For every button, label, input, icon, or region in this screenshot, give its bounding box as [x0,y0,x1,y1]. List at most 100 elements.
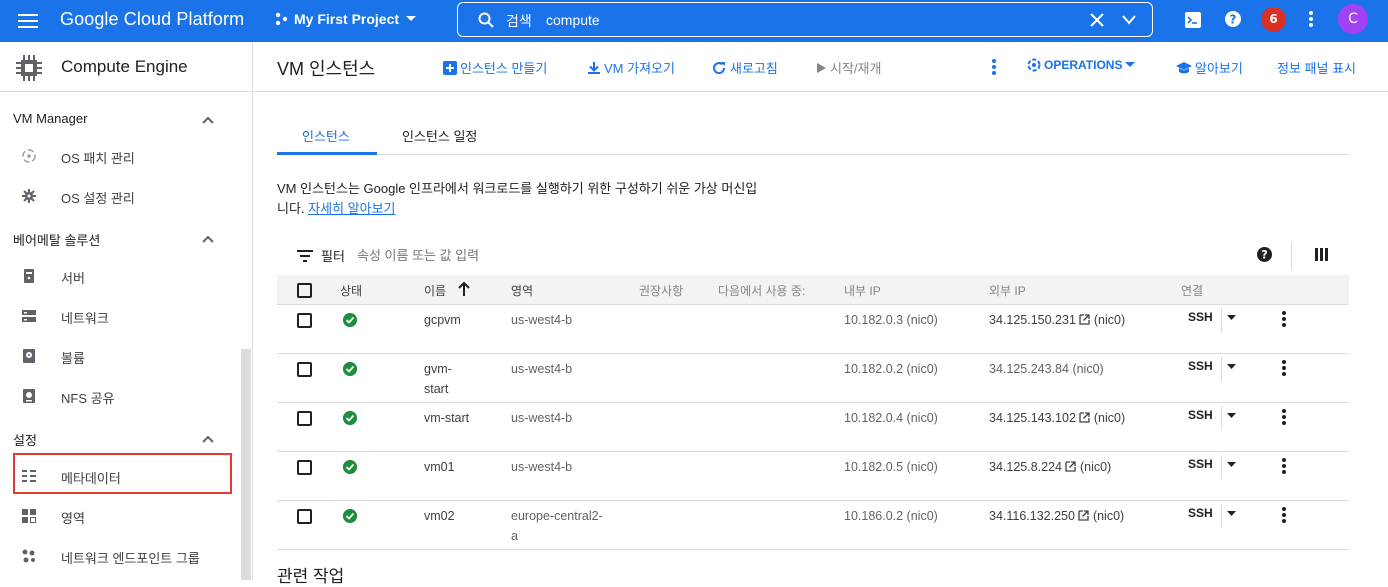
filter-divider [1291,242,1292,270]
related-actions-heading: 관련 작업 [277,567,345,586]
external-ip-cell[interactable]: 34.125.143.102 (nic0) [989,408,1125,428]
cloud-shell-icon[interactable] [1185,12,1201,28]
row-checkbox[interactable] [297,411,312,426]
server-icon [24,269,34,283]
show-info-panel-button[interactable]: 정보 패널 표시 [1277,58,1356,77]
ssh-divider [1221,406,1222,430]
chevron-down-icon[interactable] [1122,15,1136,25]
ssh-divider [1221,357,1222,381]
notifications-badge[interactable]: 6 [1261,7,1286,32]
section-bare-metal[interactable]: 베어메탈 솔루션 [13,230,100,249]
row-checkbox[interactable] [297,313,312,328]
brand-title[interactable]: Google Cloud Platform [60,9,244,30]
ssh-button[interactable]: SSH [1188,506,1213,520]
chevron-up-icon[interactable] [200,231,216,247]
sidebar-item-zones[interactable]: 영역 [0,497,240,535]
search-box[interactable]: 검색 [457,2,1153,37]
more-vert-icon[interactable] [1308,10,1314,28]
instance-name-link[interactable]: vm01 [424,457,455,477]
chevron-up-icon[interactable] [200,431,216,447]
chevron-up-icon[interactable] [200,112,216,128]
project-selector[interactable]: My First Project [274,11,417,27]
menu-icon[interactable] [18,11,38,31]
row-checkbox[interactable] [297,460,312,475]
ssh-button[interactable]: SSH [1188,359,1213,373]
external-ip-link[interactable]: 34.125.143.102 [989,411,1076,425]
external-ip-cell[interactable]: 34.125.150.231 (nic0) [989,310,1125,330]
section-vm-manager[interactable]: VM Manager [13,111,87,126]
zone-text: us-west4-b [511,460,573,474]
arrow-up-icon[interactable] [457,281,471,297]
import-vm-button[interactable]: VM 가져오기 [587,58,675,77]
sidebar-item-networks[interactable]: 네트워크 [0,297,240,335]
more-vert-icon[interactable] [991,58,997,76]
instance-name-link[interactable]: vm-start [424,408,469,428]
operations-label: OPERATIONS [1044,58,1123,72]
refresh-button[interactable]: 새로고침 [711,58,778,77]
sidebar-item-os-config[interactable]: OS 설정 관리 [0,177,240,215]
instance-name-link[interactable]: vm02 [424,506,455,526]
col-zone[interactable]: 영역 [511,282,533,299]
external-ip-link[interactable]: 34.116.132.250 [989,509,1075,523]
create-instance-button[interactable]: 인스턴스 만들기 [443,58,547,77]
external-ip-cell[interactable]: 34.116.132.250 (nic0) [989,506,1124,526]
sidebar-item-servers[interactable]: 서버 [0,257,240,295]
col-recommendation[interactable]: 권장사항 [639,282,683,299]
sidebar-scrollbar[interactable] [241,349,251,580]
caret-down-icon[interactable] [1227,413,1236,418]
open-in-new-icon[interactable] [1079,412,1091,423]
learn-more-link[interactable]: 자세히 알아보기 [308,201,395,216]
instance-name-link[interactable]: gvm-start [424,359,452,399]
clear-icon[interactable] [1090,13,1104,27]
operations-button[interactable]: OPERATIONS [1027,58,1136,72]
row-actions-icon[interactable] [1281,506,1287,524]
col-name[interactable]: 이름 [424,282,446,299]
open-in-new-icon[interactable] [1079,314,1091,325]
caret-down-icon[interactable] [1227,364,1236,369]
learn-button[interactable]: 알아보기 [1176,58,1243,77]
external-ip-link[interactable]: 34.125.150.231 [989,313,1076,327]
external-ip-cell[interactable]: 34.125.8.224 (nic0) [989,457,1111,477]
help-icon[interactable]: ? [1225,11,1241,27]
ssh-button[interactable]: SSH [1188,310,1213,324]
open-in-new-icon[interactable] [1065,461,1077,472]
zone-cell: europe-central2- a [511,506,603,546]
caret-down-icon[interactable] [1227,462,1236,467]
col-in-use-by[interactable]: 다음에서 사용 중: [718,282,805,299]
ssh-divider [1221,455,1222,479]
volume-icon [23,349,35,363]
column-display-icon[interactable] [1315,248,1328,261]
row-checkbox[interactable] [297,362,312,377]
row-actions-icon[interactable] [1281,408,1287,426]
tab-instance-schedules[interactable]: 인스턴스 일정 [402,126,477,145]
col-status[interactable]: 상태 [340,282,362,299]
row-actions-icon[interactable] [1281,310,1287,328]
col-external-ip[interactable]: 외부 IP [989,282,1026,299]
col-internal-ip[interactable]: 내부 IP [844,282,881,299]
caret-down-icon[interactable] [1227,315,1236,320]
help-icon[interactable]: ? [1257,247,1272,262]
open-in-new-icon[interactable] [1078,510,1090,521]
avatar[interactable]: C [1338,4,1368,34]
start-resume-button[interactable]: 시작/재개 [815,58,881,77]
row-checkbox[interactable] [297,509,312,524]
tab-instances[interactable]: 인스턴스 [302,126,350,145]
sidebar-item-network-endpoint-groups[interactable]: 네트워크 엔드포인트 그룹 [0,537,240,575]
sidebar-item-nfs-shares[interactable]: NFS 공유 [0,377,240,415]
ssh-button[interactable]: SSH [1188,457,1213,471]
caret-down-icon[interactable] [1227,511,1236,516]
external-ip-link[interactable]: 34.125.8.224 [989,460,1062,474]
instance-name: vm01 [424,460,455,474]
col-connect[interactable]: 연결 [1181,282,1203,299]
sidebar-item-volumes[interactable]: 볼륨 [0,337,240,375]
select-all-checkbox[interactable] [297,283,312,298]
row-actions-icon[interactable] [1281,457,1287,475]
ssh-button[interactable]: SSH [1188,408,1213,422]
filter-input[interactable] [357,243,757,267]
section-settings[interactable]: 설정 [13,430,37,449]
zone-text: us-west4-b [511,313,573,327]
instance-name-link[interactable]: gcpvm [424,310,461,330]
row-actions-icon[interactable] [1281,359,1287,377]
search-input[interactable] [546,9,1106,31]
sidebar-item-os-patch[interactable]: OS 패치 관리 [0,137,240,175]
